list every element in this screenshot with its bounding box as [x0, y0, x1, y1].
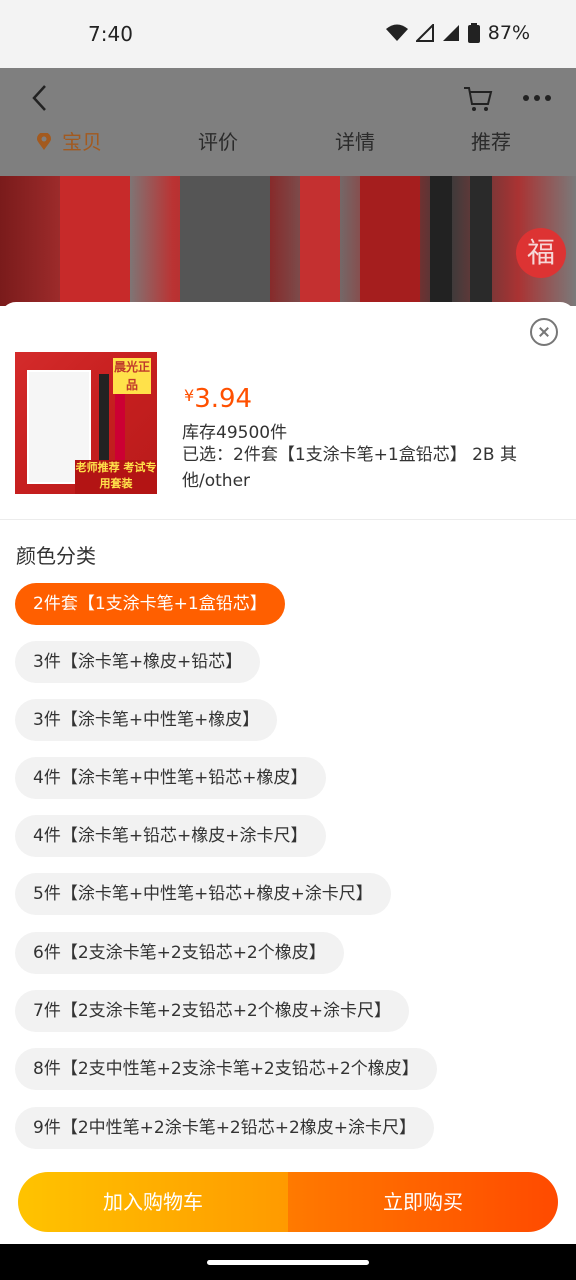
product-thumbnail[interactable]: 晨光正品 老师推荐 考试专用套装 — [15, 352, 157, 494]
selected-sku: 已选：2件套【1支涂卡笔+1盒铅芯】 2B 其他/other — [182, 445, 517, 491]
signal-full-icon — [442, 25, 459, 41]
price-value: 3.94 — [194, 384, 253, 414]
tab-reviews[interactable]: 评价 — [198, 126, 238, 155]
sku-option[interactable]: 4件【涂卡笔+铅芯+橡皮+涂卡尺】 — [15, 815, 326, 857]
status-icons: 87% — [385, 22, 530, 44]
sku-option[interactable]: 2件套【1支涂卡笔+1盒铅芯】 — [15, 583, 285, 625]
status-time: 7:40 — [88, 22, 133, 46]
signal-icon — [415, 24, 434, 42]
action-bar: 加入购物车 立即购买 — [18, 1172, 558, 1232]
price: ¥3.94 — [184, 384, 252, 414]
tab-recommend[interactable]: 推荐 — [471, 126, 511, 155]
section-title-color: 颜色分类 — [16, 544, 96, 568]
tab-baobei[interactable]: 宝贝 — [36, 126, 102, 155]
home-indicator[interactable] — [207, 1260, 369, 1265]
add-to-cart-button[interactable]: 加入购物车 — [18, 1172, 288, 1232]
battery-percent: 87% — [487, 22, 530, 44]
cart-icon[interactable] — [462, 82, 494, 114]
product-banner-image: 福 — [0, 176, 576, 306]
product-header: 宝贝 评价 详情 推荐 — [0, 68, 576, 176]
sku-option[interactable]: 6件【2支涂卡笔+2支铅芯+2个橡皮】 — [15, 932, 344, 974]
sku-option[interactable]: 4件【涂卡笔+中性笔+铅芯+橡皮】 — [15, 757, 326, 799]
thumb-badge-top: 晨光正品 — [113, 358, 151, 394]
tab-details[interactable]: 详情 — [335, 126, 375, 155]
sku-option[interactable]: 7件【2支涂卡笔+2支铅芯+2个橡皮+涂卡尺】 — [15, 990, 409, 1032]
currency-symbol: ¥ — [184, 386, 195, 405]
thumb-badge-bottom: 老师推荐 考试专用套装 — [75, 460, 157, 494]
tab-label: 宝贝 — [62, 130, 102, 154]
stock-count: 库存49500件 — [182, 423, 288, 443]
system-nav-bar — [0, 1244, 576, 1280]
sku-option[interactable]: 9件【2中性笔+2涂卡笔+2铅芯+2橡皮+涂卡尺】 — [15, 1107, 435, 1149]
more-icon[interactable] — [522, 93, 552, 103]
close-icon[interactable] — [530, 318, 558, 346]
thumb-pen — [99, 374, 109, 474]
wifi-icon — [385, 24, 408, 41]
sku-option[interactable]: 5件【涂卡笔+中性笔+铅芯+橡皮+涂卡尺】 — [15, 873, 391, 915]
status-bar: 7:40 87% — [0, 0, 576, 68]
divider — [0, 519, 576, 520]
buy-now-button[interactable]: 立即购买 — [288, 1172, 558, 1232]
sku-option[interactable]: 3件【涂卡笔+中性笔+橡皮】 — [15, 699, 278, 741]
fu-badge-icon: 福 — [516, 228, 566, 278]
sku-option[interactable]: 8件【2支中性笔+2支涂卡笔+2支铅芯+2个橡皮】 — [15, 1048, 437, 1090]
tab-bar: 宝贝 评价 详情 推荐 — [0, 126, 576, 166]
back-arrow-icon[interactable] — [26, 83, 56, 113]
sku-option[interactable]: 3件【涂卡笔+橡皮+铅芯】 — [15, 641, 261, 683]
location-pin-icon — [37, 133, 51, 150]
battery-icon — [467, 23, 480, 43]
